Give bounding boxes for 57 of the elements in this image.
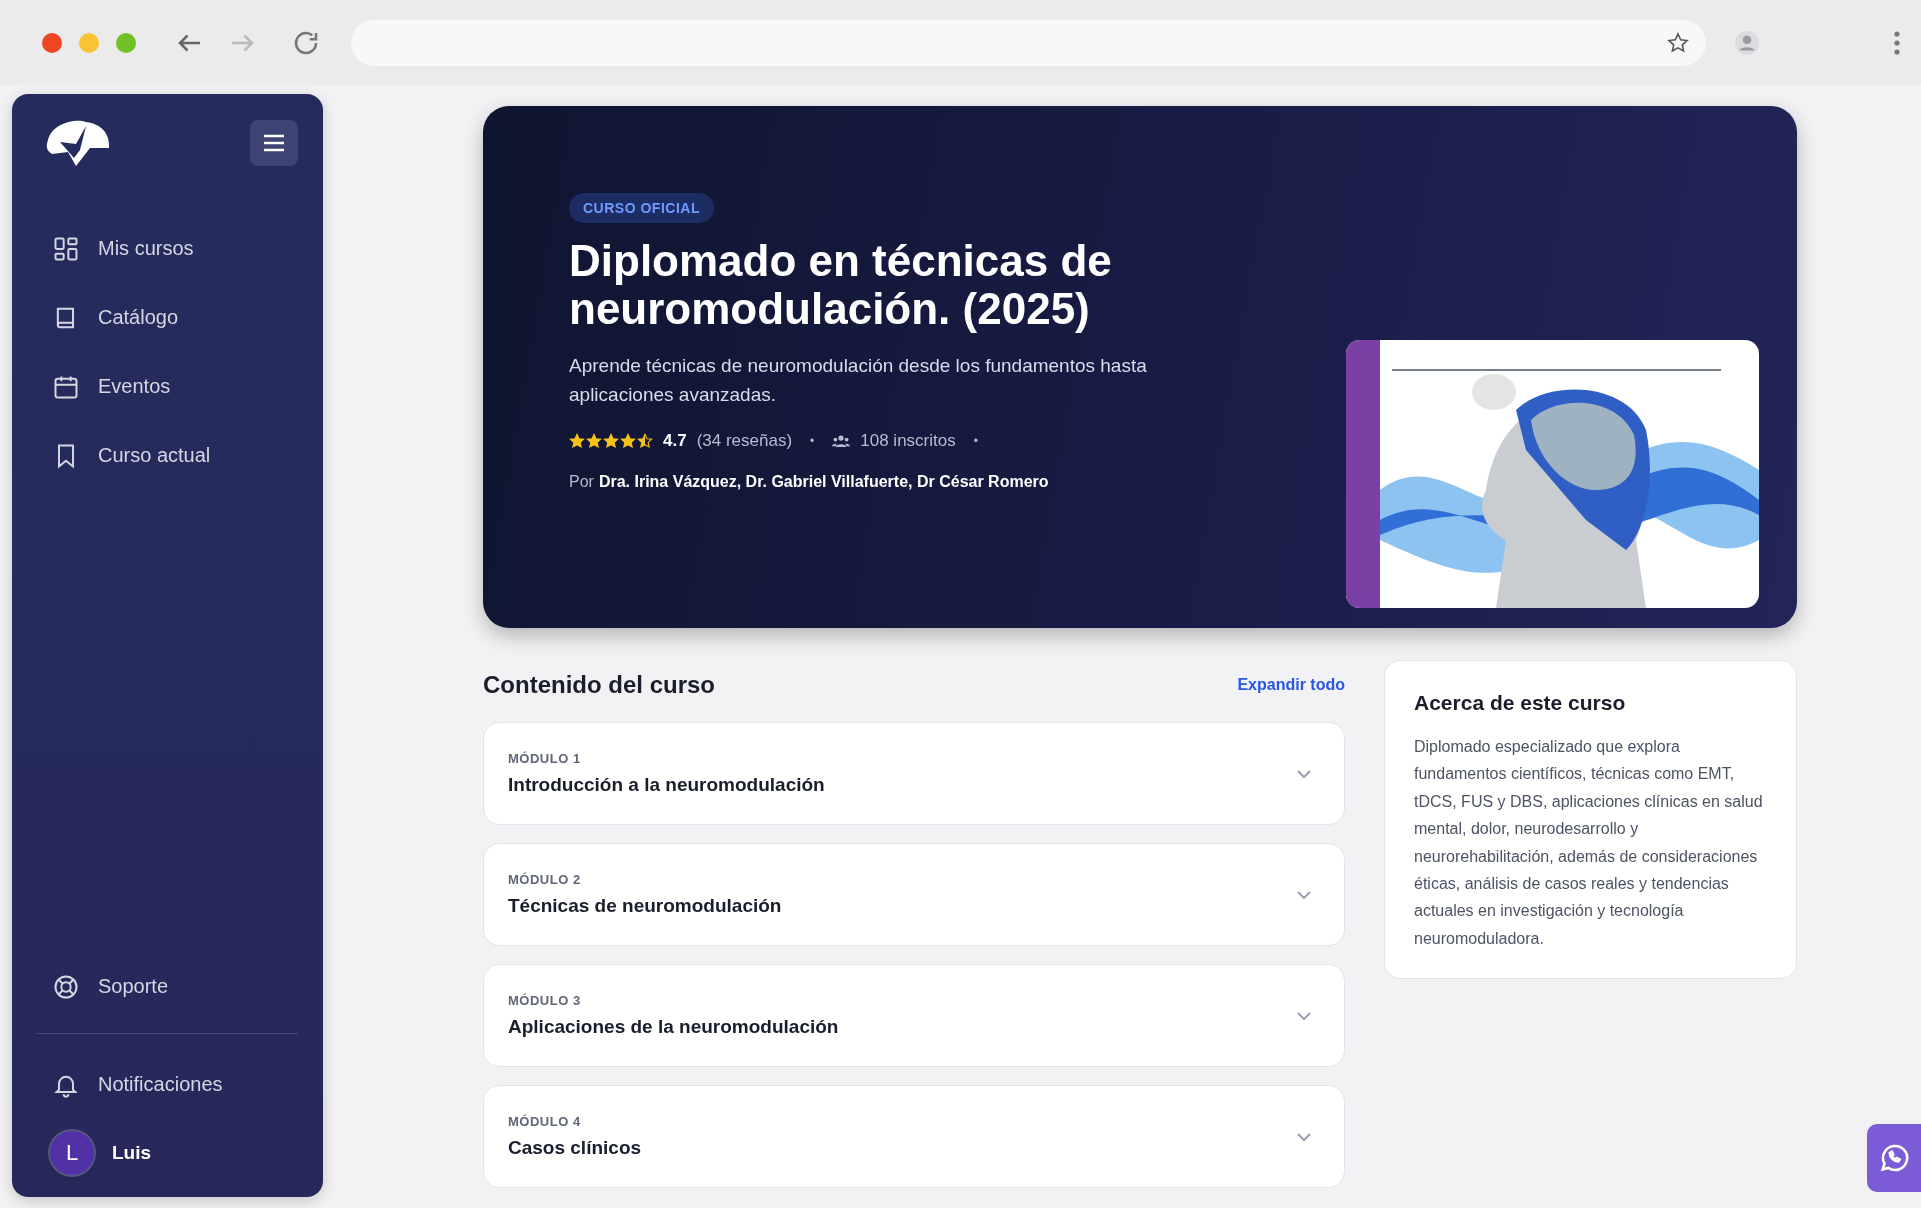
module-label: MÓDULO 3 xyxy=(508,993,582,1008)
star-icon xyxy=(603,433,619,449)
profile-icon[interactable] xyxy=(1734,29,1760,56)
close-window-dot[interactable] xyxy=(42,32,62,53)
sidebar-item-label: Curso actual xyxy=(98,444,211,467)
sidebar-item-label: Eventos xyxy=(98,375,171,398)
by-label: Por xyxy=(569,473,594,491)
logo-icon xyxy=(46,118,110,168)
section-heading: Contenido del curso xyxy=(483,671,715,699)
sidebar-item[interactable]: Catálogo xyxy=(12,283,323,352)
instructor-names: Dra. Irina Vázquez, Dr. Gabriel Villafuerte, Dr César Romero xyxy=(598,473,1049,491)
course-title: Diplomado en técnicas de neuromodulación. (2025) xyxy=(569,237,1113,333)
sidebar-item[interactable]: Soporte xyxy=(12,952,323,1021)
expand-all-link[interactable]: Expandir todo xyxy=(1237,676,1345,694)
star-icon xyxy=(569,433,585,449)
user-avatar[interactable]: L xyxy=(48,1129,96,1177)
review-count: (34 reseñas) xyxy=(696,431,793,451)
user-name: Luis xyxy=(112,1142,152,1164)
menu-icon[interactable] xyxy=(1893,29,1901,56)
sidebar-item[interactable]: Curso actual xyxy=(12,421,323,490)
about-description: Diplomado especializado que explora fundamentos científicos, técnicas como EMT, tDCS, FUS y DBS, aplicaciones clínicas en salud mental, dolor, neurodesarrollo y neurorehabilitación, además de consideraciones éticas, análisis de casos reales y tendencias actuales en investigación y tecnología neuromoduladora. xyxy=(1414,737,1764,949)
sidebar-item-label: Catálogo xyxy=(98,306,179,329)
module-label: MÓDULO 2 xyxy=(508,872,582,887)
menu-button[interactable] xyxy=(250,120,298,166)
module-accordion[interactable]: MÓDULO 1 Introducción a la neuromodulación xyxy=(483,722,1345,825)
module-title: Introducción a la neuromodulación xyxy=(508,774,825,796)
star-outline-icon[interactable] xyxy=(1666,30,1690,55)
star-icon xyxy=(586,433,602,449)
module-accordion[interactable]: MÓDULO 4 Casos clínicos xyxy=(483,1085,1345,1188)
sidebar-item[interactable]: Eventos xyxy=(12,352,323,421)
minimize-window-dot[interactable] xyxy=(79,32,99,53)
enrolled-count: 108 inscritos xyxy=(860,431,956,451)
module-title: Técnicas de neuromodulación xyxy=(508,895,782,917)
sidebar-item[interactable]: Mis cursos xyxy=(12,214,323,283)
users-icon xyxy=(832,434,851,448)
about-heading: Acerca de este curso xyxy=(1414,691,1627,715)
maximize-window-dot[interactable] xyxy=(116,32,136,53)
sidebar-item-label: Soporte xyxy=(98,975,169,998)
sidebar-item-label: Notificaciones xyxy=(98,1073,223,1096)
separator-dot: • xyxy=(810,434,815,448)
module-title: Casos clínicos xyxy=(508,1137,642,1159)
menu-icon xyxy=(263,134,285,152)
star-icon xyxy=(620,433,636,449)
star-icon xyxy=(637,433,653,449)
module-title: Aplicaciones de la neuromodulación xyxy=(508,1016,839,1038)
module-accordion[interactable]: MÓDULO 2 Técnicas de neuromodulación xyxy=(483,843,1345,946)
rating-value: 4.7 xyxy=(663,431,687,451)
sidebar-item-label: Mis cursos xyxy=(98,237,194,260)
chat-button[interactable] xyxy=(1867,1124,1921,1192)
course-subtitle: Aprende técnicas de neuromodulación desde los fundamentos hasta aplicaciones avanzadas. xyxy=(569,354,1148,407)
module-accordion[interactable]: MÓDULO 3 Aplicaciones de la neuromodulación xyxy=(483,964,1345,1067)
address-field[interactable] xyxy=(351,19,1706,66)
separator-dot: • xyxy=(973,434,978,448)
sidebar-item[interactable]: Notificaciones xyxy=(12,1050,323,1119)
module-label: MÓDULO 4 xyxy=(508,1114,582,1129)
course-badge: CURSO OFICIAL xyxy=(569,193,714,223)
module-label: MÓDULO 1 xyxy=(508,751,582,766)
